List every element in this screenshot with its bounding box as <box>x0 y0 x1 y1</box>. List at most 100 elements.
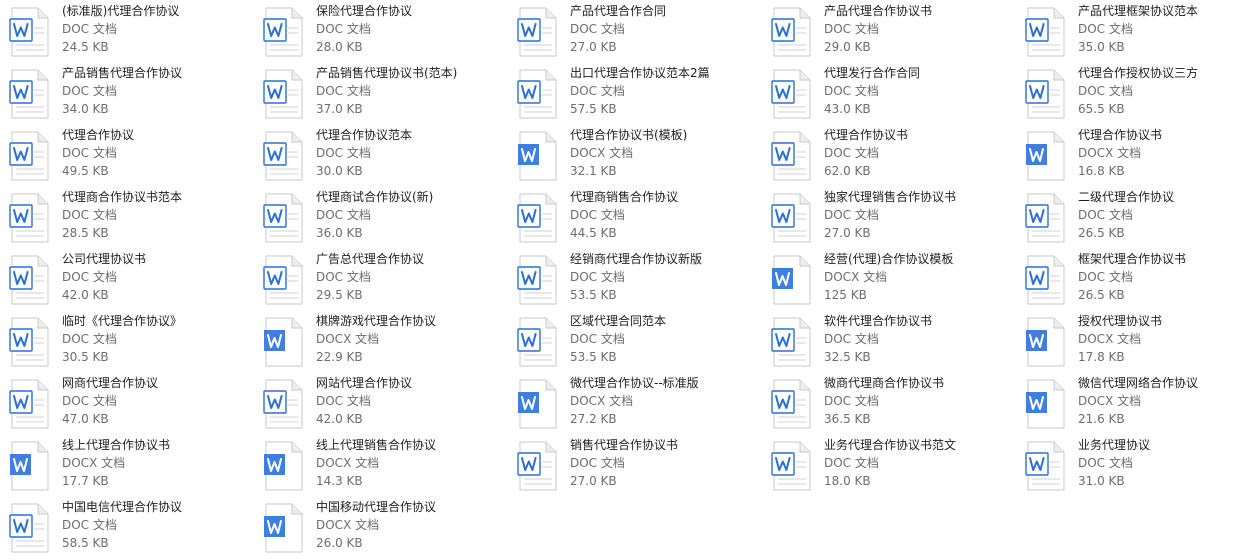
file-size: 53.5 KB <box>570 288 617 302</box>
file-size: 43.0 KB <box>824 102 871 116</box>
file-info: 代理商销售合作协议 DOC 文档 44.5 KB <box>570 188 678 242</box>
file-type: DOCX 文档 <box>1078 146 1142 160</box>
file-item[interactable]: 保险代理合作协议 DOC 文档 28.0 KB <box>262 2 516 64</box>
file-size: 36.0 KB <box>316 226 363 240</box>
file-type: DOC 文档 <box>1078 270 1133 284</box>
file-item[interactable]: 微商代理商合作协议书 DOC 文档 36.5 KB <box>770 374 1024 436</box>
file-size: 58.5 KB <box>62 536 109 550</box>
file-name: 棋牌游戏代理合作协议 <box>316 314 437 328</box>
file-type: DOCX 文档 <box>316 332 380 346</box>
file-item[interactable]: 代理合作协议书 DOC 文档 62.0 KB <box>770 126 1024 188</box>
file-item[interactable]: 公司代理协议书 DOC 文档 42.0 KB <box>8 250 262 312</box>
file-item[interactable]: 区域代理合同范本 DOC 文档 53.5 KB <box>516 312 770 374</box>
file-name: 业务代理合作协议书范文 <box>824 438 957 452</box>
file-item[interactable]: 产品销售代理合作协议 DOC 文档 34.0 KB <box>8 64 262 126</box>
file-item[interactable]: 临时《代理合作协议》 DOC 文档 30.5 KB <box>8 312 262 374</box>
file-type: DOC 文档 <box>824 84 879 98</box>
file-info: 独家代理销售合作协议书 DOC 文档 27.0 KB <box>824 188 956 242</box>
doc-icon <box>771 131 811 181</box>
file-type: DOCX 文档 <box>316 518 380 532</box>
file-item[interactable]: 代理商试合作协议(新) DOC 文档 36.0 KB <box>262 188 516 250</box>
file-name: 授权代理协议书 <box>1078 314 1163 328</box>
file-item[interactable]: 网站代理合作协议 DOC 文档 42.0 KB <box>262 374 516 436</box>
file-info: 线上代理合作协议书 DOCX 文档 17.7 KB <box>62 436 170 490</box>
file-item[interactable]: 线上代理合作协议书 DOCX 文档 17.7 KB <box>8 436 262 498</box>
file-size: 30.5 KB <box>62 350 109 364</box>
file-item[interactable]: 代理合作协议范本 DOC 文档 30.0 KB <box>262 126 516 188</box>
file-size: 42.0 KB <box>316 412 363 426</box>
file-type: DOC 文档 <box>570 84 625 98</box>
file-item[interactable]: 微信代理网络合作协议 DOCX 文档 21.6 KB <box>1024 374 1251 436</box>
file-item[interactable]: 代理合作授权协议三方 DOC 文档 65.5 KB <box>1024 64 1251 126</box>
file-item[interactable]: 代理发行合作合同 DOC 文档 43.0 KB <box>770 64 1024 126</box>
doc-icon <box>9 69 49 119</box>
docx-icon <box>772 255 811 305</box>
file-type: DOC 文档 <box>62 22 117 36</box>
file-item[interactable]: 产品销售代理协议书(范本) DOC 文档 37.0 KB <box>262 64 516 126</box>
file-item[interactable]: 业务代理协议 DOC 文档 31.0 KB <box>1024 436 1251 498</box>
file-item[interactable]: 框架代理合作协议书 DOC 文档 26.5 KB <box>1024 250 1251 312</box>
doc-icon <box>771 441 811 491</box>
file-item[interactable]: 二级代理合作协议 DOC 文档 26.5 KB <box>1024 188 1251 250</box>
file-item[interactable]: 微代理合作协议--标准版 DOCX 文档 27.2 KB <box>516 374 770 436</box>
file-item[interactable]: 销售代理合作协议书 DOC 文档 27.0 KB <box>516 436 770 498</box>
file-size: 14.3 KB <box>316 474 363 488</box>
file-item[interactable]: 中国电信代理合作协议 DOC 文档 58.5 KB <box>8 498 262 560</box>
file-item[interactable]: 代理合作协议 DOC 文档 49.5 KB <box>8 126 262 188</box>
file-name: 产品代理合作合同 <box>570 4 667 18</box>
file-item[interactable]: 经营(代理)合作协议模板 DOCX 文档 125 KB <box>770 250 1024 312</box>
file-item[interactable]: 棋牌游戏代理合作协议 DOCX 文档 22.9 KB <box>262 312 516 374</box>
file-item[interactable]: 出口代理合作协议范本2篇 DOC 文档 57.5 KB <box>516 64 770 126</box>
file-item[interactable]: 线上代理销售合作协议 DOCX 文档 14.3 KB <box>262 436 516 498</box>
file-item[interactable]: 产品代理合作合同 DOC 文档 27.0 KB <box>516 2 770 64</box>
file-name: (标准版)代理合作协议 <box>62 4 180 18</box>
file-name: 代理合作协议书(模板) <box>570 128 688 142</box>
file-name: 代理合作协议书 <box>1078 128 1163 142</box>
file-info: 网商代理合作协议 DOC 文档 47.0 KB <box>62 374 158 428</box>
doc-icon <box>771 7 811 57</box>
file-info: 微信代理网络合作协议 DOCX 文档 21.6 KB <box>1078 374 1198 428</box>
file-name: 代理商合作协议书范本 <box>62 190 183 204</box>
file-item[interactable]: 软件代理合作协议书 DOC 文档 32.5 KB <box>770 312 1024 374</box>
file-item[interactable]: 授权代理协议书 DOCX 文档 17.8 KB <box>1024 312 1251 374</box>
file-item[interactable]: 广告总代理合作协议 DOC 文档 29.5 KB <box>262 250 516 312</box>
file-item[interactable]: 产品代理框架协议范本 DOC 文档 35.0 KB <box>1024 2 1251 64</box>
file-item[interactable]: 业务代理合作协议书范文 DOC 文档 18.0 KB <box>770 436 1024 498</box>
doc-icon <box>771 193 811 243</box>
file-size: 28.5 KB <box>62 226 109 240</box>
docx-icon <box>1026 317 1065 367</box>
doc-icon <box>771 69 811 119</box>
file-item[interactable]: 代理合作协议书(模板) DOCX 文档 32.1 KB <box>516 126 770 188</box>
file-item[interactable]: 代理合作协议书 DOCX 文档 16.8 KB <box>1024 126 1251 188</box>
file-size: 17.8 KB <box>1078 350 1125 364</box>
file-type: DOC 文档 <box>824 332 879 346</box>
doc-icon <box>9 7 49 57</box>
file-info: 产品代理框架协议范本 DOC 文档 35.0 KB <box>1078 2 1198 56</box>
file-size: 17.7 KB <box>62 474 109 488</box>
file-size: 57.5 KB <box>570 102 617 116</box>
file-item[interactable]: 网商代理合作协议 DOC 文档 47.0 KB <box>8 374 262 436</box>
file-info: 线上代理销售合作协议 DOCX 文档 14.3 KB <box>316 436 436 490</box>
file-item[interactable]: 独家代理销售合作协议书 DOC 文档 27.0 KB <box>770 188 1024 250</box>
doc-icon <box>517 69 557 119</box>
file-name: 框架代理合作协议书 <box>1078 252 1187 266</box>
file-name: 产品销售代理协议书(范本) <box>316 66 458 80</box>
file-size: 31.0 KB <box>1078 474 1125 488</box>
file-size: 47.0 KB <box>62 412 109 426</box>
file-item[interactable]: 中国移动代理合作协议 DOCX 文档 26.0 KB <box>262 498 516 560</box>
file-size: 24.5 KB <box>62 40 109 54</box>
file-item[interactable]: (标准版)代理合作协议 DOC 文档 24.5 KB <box>8 2 262 64</box>
file-type: DOC 文档 <box>1078 208 1133 222</box>
file-type: DOC 文档 <box>1078 84 1133 98</box>
file-info: 代理商试合作协议(新) DOC 文档 36.0 KB <box>316 188 433 242</box>
file-info: 代理合作协议书 DOCX 文档 16.8 KB <box>1078 126 1162 180</box>
doc-icon <box>9 317 49 367</box>
file-item[interactable]: 经销商代理合作协议新版 DOC 文档 53.5 KB <box>516 250 770 312</box>
file-info: 二级代理合作协议 DOC 文档 26.5 KB <box>1078 188 1174 242</box>
file-item[interactable]: 代理商合作协议书范本 DOC 文档 28.5 KB <box>8 188 262 250</box>
file-item[interactable]: 产品代理合作协议书 DOC 文档 29.0 KB <box>770 2 1024 64</box>
file-item[interactable]: 代理商销售合作协议 DOC 文档 44.5 KB <box>516 188 770 250</box>
file-info: 代理合作协议 DOC 文档 49.5 KB <box>62 126 134 180</box>
file-name: 中国电信代理合作协议 <box>62 500 183 514</box>
file-type: DOCX 文档 <box>1078 332 1142 346</box>
